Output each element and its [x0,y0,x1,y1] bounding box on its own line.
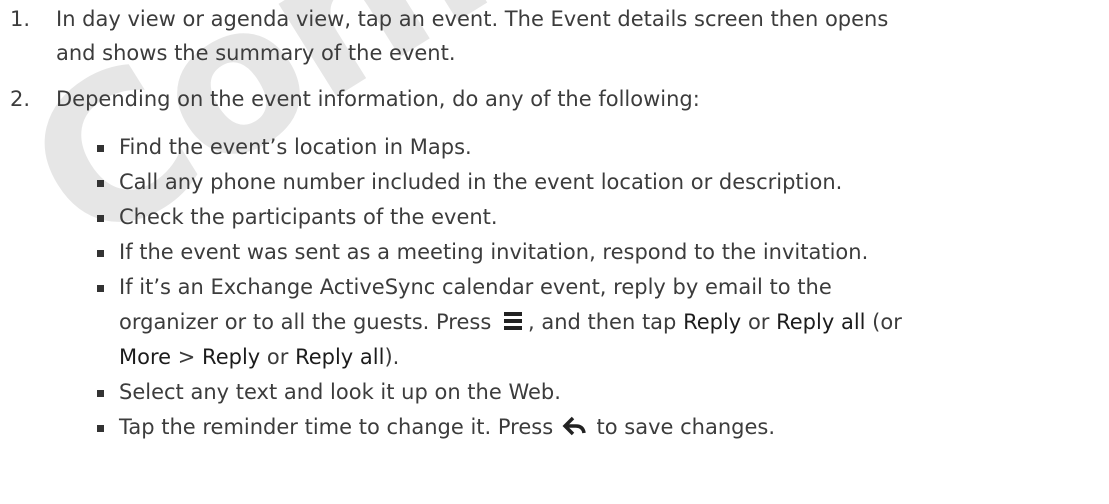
step-2-number: 2. [10,87,31,111]
step-1-number: 1. [10,7,31,31]
bullet-marker [97,250,104,257]
bullet-marker [97,180,104,187]
exchange-then-tap-text: , and then tap [527,310,677,334]
instructions-document: 1. In day view or agenda view, tap an ev… [0,0,1109,504]
menu-icon [503,312,522,330]
or-text-2: or [266,345,289,369]
bullet-marker [97,285,104,292]
gt-text: > [177,345,196,369]
or-text: or [747,310,770,334]
bullet-marker [97,390,104,397]
bullet-check-participants: Check the participants of the event. [119,205,498,229]
bullet-select-text: Select any text and look it up on the We… [119,380,561,404]
bullet-marker [97,145,104,152]
bullet-find-location: Find the event’s location in Maps. [119,135,472,159]
step-1-text-line-1: In day view or agenda view, tap an event… [56,7,889,31]
paren-open-text: (or [872,310,902,334]
bullet-respond-invitation: If the event was sent as a meeting invit… [119,240,869,264]
step-1-text-line-2: and shows the summary of the event. [56,41,456,65]
reply-all-label: Reply all [776,310,866,334]
bullet-exchange-line-1: If it’s an Exchange ActiveSync calendar … [119,275,832,299]
bullet-call-phone: Call any phone number included in the ev… [119,170,843,194]
more-label: More [119,345,172,369]
back-arrow-icon [562,416,586,436]
bullet-exchange-line-3: More > Reply or Reply all). [119,342,399,373]
bullet-reminder-time: Tap the reminder time to change it. Pres… [119,412,775,443]
reply-all-label-2: Reply all [295,345,385,369]
reminder-text: Tap the reminder time to change it. Pres… [119,415,554,439]
save-changes-text: to save changes. [596,415,776,439]
step-2-text: Depending on the event information, do a… [56,87,700,111]
exchange-press-text: organizer or to all the guests. Press [119,310,492,334]
bullet-exchange-line-2: organizer or to all the guests. Press , … [119,307,902,338]
reply-label: Reply [683,310,742,334]
reply-label-2: Reply [202,345,261,369]
paren-close-text: ). [384,345,400,369]
bullet-marker [97,215,104,222]
bullet-marker [97,425,104,432]
